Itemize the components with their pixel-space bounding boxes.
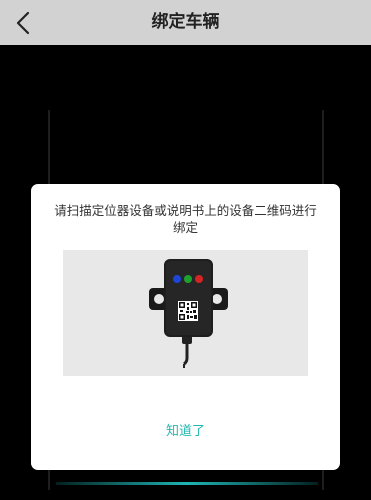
status-led (173, 275, 181, 283)
scan-hint-dialog: 请扫描定位器设备或说明书上的设备二维码进行绑定 知道了 (31, 184, 340, 470)
gps-tracker-device-image (149, 259, 228, 368)
confirm-button[interactable]: 知道了 (31, 420, 340, 444)
top-bar: 绑定车辆 (0, 0, 371, 45)
page-title: 绑定车辆 (151, 12, 220, 32)
dialog-message: 请扫描定位器设备或说明书上的设备二维码进行绑定 (54, 203, 317, 235)
status-led (195, 275, 203, 283)
status-led (184, 275, 192, 283)
scan-line (56, 482, 318, 485)
device-illustration (63, 250, 308, 376)
